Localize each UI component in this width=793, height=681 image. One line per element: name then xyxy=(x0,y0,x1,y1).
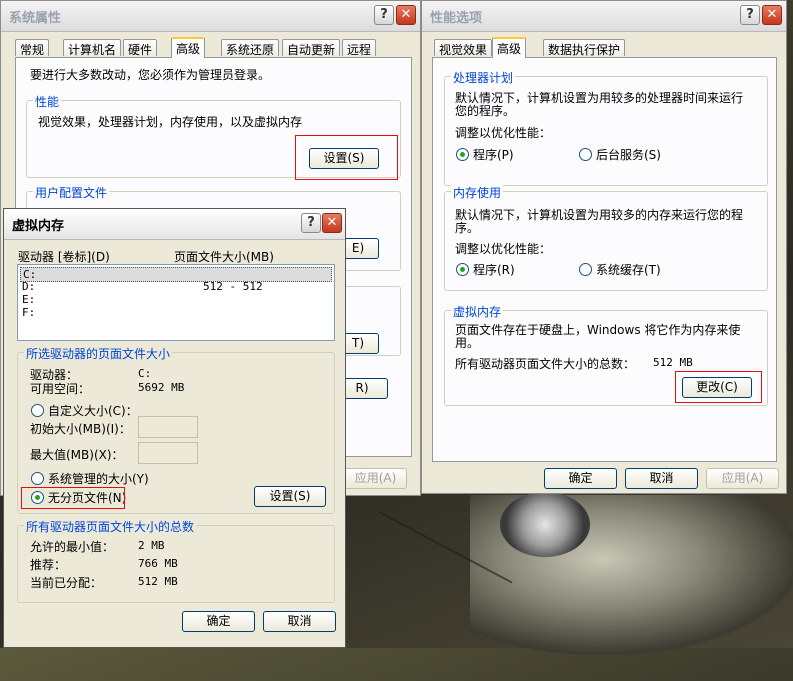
window-title: 性能选项 xyxy=(430,11,483,26)
mem-description-2: 序。 xyxy=(455,221,480,235)
space-value: 5692 MB xyxy=(138,381,185,394)
tab-remote[interactable]: 远程 xyxy=(342,39,377,57)
drive-letter: E: xyxy=(22,293,36,306)
titlebar[interactable]: 系统属性 ? ✕ xyxy=(1,1,420,32)
system-managed-radio[interactable]: 系统管理的大小(Y) xyxy=(31,472,149,486)
highlight-change xyxy=(675,371,762,403)
tab-computer-name[interactable]: 计算机名 xyxy=(63,39,122,57)
current-label: 当前已分配： xyxy=(30,576,103,590)
tab-advanced[interactable]: 高级 xyxy=(492,37,527,58)
tab-advanced[interactable]: 高级 xyxy=(171,37,206,58)
vm-description-1: 页面文件存在于硬盘上，Windows 将它作为内存来使 xyxy=(455,323,741,337)
help-button[interactable]: ? xyxy=(740,5,760,25)
size-column-header: 页面文件大小(MB) xyxy=(174,250,274,264)
processor-scheduling-group: 处理器计划 默认情况下，计算机设置为用较多的处理器时间来运行 您的程序。 调整以… xyxy=(444,69,768,186)
highlight-settings xyxy=(295,135,398,180)
performance-options-window: 性能选项 ? ✕ 视觉效果 高级 数据执行保护 处理器计划 默认情况下，计算机设… xyxy=(421,0,787,494)
tab-system-restore[interactable]: 系统还原 xyxy=(221,39,280,57)
vm-total-label: 所有驱动器页面文件大小的总数： xyxy=(455,357,636,371)
group-title: 所有驱动器页面文件大小的总数 xyxy=(24,518,197,535)
drive-value: C: xyxy=(138,367,152,380)
drive-column-header: 驱动器 [卷标](D) xyxy=(18,250,110,264)
initial-size-input[interactable] xyxy=(138,416,198,438)
close-button[interactable]: ✕ xyxy=(396,5,416,25)
mem-description-1: 默认情况下，计算机设置为用较多的内存来运行您的程 xyxy=(455,208,744,222)
window-title: 系统属性 xyxy=(9,11,62,26)
list-item[interactable]: F: xyxy=(20,306,332,319)
page-file-size: 512 - 512 xyxy=(203,280,263,293)
ok-button[interactable]: 确定 xyxy=(182,611,255,632)
max-size-input[interactable] xyxy=(138,442,198,464)
recommended-value: 766 MB xyxy=(138,557,178,570)
apply-button[interactable]: 应用(A) xyxy=(344,468,407,489)
close-button[interactable]: ✕ xyxy=(762,5,782,25)
drive-list[interactable]: C: D: 512 - 512 E: F: xyxy=(17,264,335,341)
cancel-button[interactable]: 取消 xyxy=(625,468,698,489)
min-value: 2 MB xyxy=(138,539,165,552)
set-button[interactable]: 设置(S) xyxy=(254,486,326,507)
help-button[interactable]: ? xyxy=(301,213,321,233)
list-item[interactable]: D: 512 - 512 xyxy=(20,280,332,293)
highlight-no-paging xyxy=(21,487,125,509)
apply-button[interactable]: 应用(A) xyxy=(706,468,779,489)
cpu-description-2: 您的程序。 xyxy=(455,104,516,118)
min-label: 允许的最小值： xyxy=(30,540,115,554)
space-label: 可用空间： xyxy=(30,382,91,396)
tab-panel: 处理器计划 默认情况下，计算机设置为用较多的处理器时间来运行 您的程序。 调整以… xyxy=(432,57,777,462)
titlebar[interactable]: 性能选项 ? ✕ xyxy=(422,1,786,32)
cpu-programs-radio[interactable]: 程序(P) xyxy=(456,148,514,162)
initial-size-label: 初始大小(MB)(I)： xyxy=(30,422,131,436)
group-title: 所选驱动器的页面文件大小 xyxy=(24,345,173,362)
cpu-background-radio[interactable]: 后台服务(S) xyxy=(579,148,661,162)
tab-auto-update[interactable]: 自动更新 xyxy=(282,39,341,57)
titlebar[interactable]: 虚拟内存 ? ✕ xyxy=(4,209,345,240)
current-value: 512 MB xyxy=(138,575,178,588)
tab-dep[interactable]: 数据执行保护 xyxy=(543,39,626,57)
admin-note: 要进行大多数改动，您必须作为管理员登录。 xyxy=(30,68,271,82)
help-button[interactable]: ? xyxy=(374,5,394,25)
mem-programs-radio[interactable]: 程序(R) xyxy=(456,263,515,277)
ok-button[interactable]: 确定 xyxy=(544,468,617,489)
mem-cache-radio[interactable]: 系统缓存(T) xyxy=(579,263,661,277)
group-title: 用户配置文件 xyxy=(33,184,110,201)
group-title: 内存使用 xyxy=(451,184,504,201)
tab-visual-effects[interactable]: 视觉效果 xyxy=(434,39,493,57)
cpu-optimize-label: 调整以优化性能： xyxy=(455,126,552,140)
group-title: 处理器计划 xyxy=(451,69,516,86)
group-title: 性能 xyxy=(33,93,62,110)
vm-description-2: 用。 xyxy=(455,336,480,350)
close-button[interactable]: ✕ xyxy=(322,213,342,233)
tab-hardware[interactable]: 硬件 xyxy=(123,39,158,57)
wallpaper-wheel xyxy=(500,492,590,557)
cancel-button[interactable]: 取消 xyxy=(263,611,336,632)
mem-optimize-label: 调整以优化性能： xyxy=(455,242,552,256)
memory-usage-group: 内存使用 默认情况下，计算机设置为用较多的内存来运行您的程 序。 调整以优化性能… xyxy=(444,184,768,291)
virtual-memory-dialog: 虚拟内存 ? ✕ 驱动器 [卷标](D) 页面文件大小(MB) C: D: 51… xyxy=(3,208,346,648)
group-title: 虚拟内存 xyxy=(451,303,504,320)
recommended-label: 推荐： xyxy=(30,558,67,572)
list-item[interactable]: E: xyxy=(20,293,332,306)
window-title: 虚拟内存 xyxy=(12,219,65,234)
drive-letter: F: xyxy=(22,306,36,319)
tab-general[interactable]: 常规 xyxy=(15,39,50,57)
total-size-group: 所有驱动器页面文件大小的总数 允许的最小值： 2 MB 推荐： 766 MB 当… xyxy=(17,518,335,603)
drive-letter: D: xyxy=(22,280,36,293)
vm-total-value: 512 MB xyxy=(653,356,693,369)
performance-description: 视觉效果，处理器计划，内存使用，以及虚拟内存 xyxy=(38,115,303,129)
custom-size-radio[interactable]: 自定义大小(C)： xyxy=(31,404,138,418)
max-size-label: 最大值(MB)(X)： xyxy=(30,448,124,462)
